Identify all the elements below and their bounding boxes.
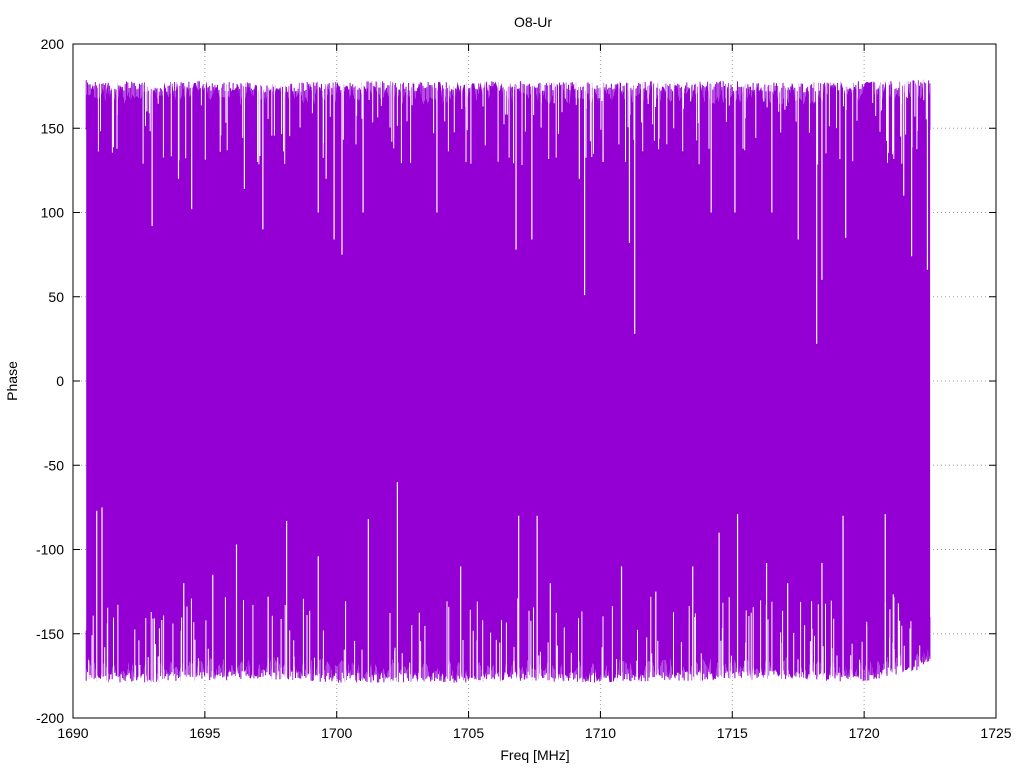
x-tick-label: 1710 xyxy=(585,725,616,741)
x-tick-label: 1705 xyxy=(453,725,484,741)
x-tick-label: 1695 xyxy=(189,725,220,741)
x-tick-label: 1690 xyxy=(57,725,88,741)
y-tick-label: -150 xyxy=(36,626,64,642)
y-axis-title: Phase xyxy=(4,361,20,401)
x-tick-label: 1715 xyxy=(717,725,748,741)
phase-chart: O8-Ur 1690 1695 1700 1705 1710 1715 1720 1725 2… xyxy=(4,14,1012,763)
y-tick-label: 0 xyxy=(56,373,64,389)
y-tick-label: 150 xyxy=(41,120,65,136)
x-axis-title: Freq [MHz] xyxy=(500,747,569,763)
y-tick-label: 100 xyxy=(41,205,65,221)
x-tick-label: 1700 xyxy=(321,725,352,741)
y-tick-label: 200 xyxy=(41,36,65,52)
x-tick-label: 1725 xyxy=(980,725,1011,741)
series-phase xyxy=(85,76,931,686)
chart-title: O8-Ur xyxy=(514,14,552,30)
y-tick-label: -50 xyxy=(44,457,64,473)
x-tick-label: 1720 xyxy=(849,725,880,741)
y-tick-labels: 200 150 100 50 0 -50 -100 -150 -200 xyxy=(36,36,64,726)
y-tick-label: -100 xyxy=(36,542,64,558)
y-tick-label: 50 xyxy=(48,289,64,305)
y-tick-label: -200 xyxy=(36,710,64,726)
x-tick-labels: 1690 1695 1700 1705 1710 1715 1720 1725 xyxy=(57,725,1011,741)
